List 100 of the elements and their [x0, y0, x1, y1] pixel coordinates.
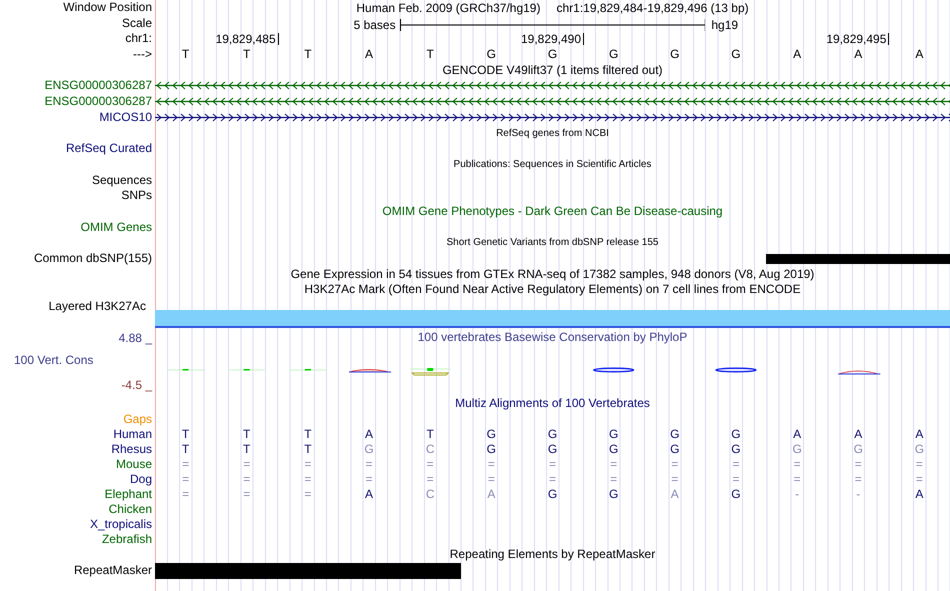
aligned-base: T	[182, 442, 190, 458]
base-letter: T	[426, 47, 434, 62]
aligned-base: T	[426, 427, 434, 442]
aligned-base: =	[610, 457, 618, 472]
ruler-label: 19,829,490	[520, 33, 584, 46]
aligned-base: =	[794, 472, 801, 488]
aligned-base: =	[916, 472, 923, 488]
aligned-base: A	[670, 487, 679, 502]
aligned-base: -	[856, 487, 860, 502]
aligned-base: =	[488, 472, 495, 488]
track-title: 100 vertebrates Basewise Conservation by PhyloP	[416, 330, 688, 346]
aligned-base: =	[243, 472, 250, 488]
species-label: Chicken	[108, 502, 152, 516]
position-text: chr1:19,829,484-19,829,496 (13 bp)	[556, 0, 749, 17]
track-label: Layered H3K27Ac	[48, 299, 146, 314]
scale-text: 5 bases	[354, 16, 397, 34]
track-title: Multiz Alignments of 100 Vertebrates	[455, 396, 650, 412]
aligned-base: G	[731, 427, 741, 442]
assembly-name: hg19	[710, 16, 740, 34]
track-label: RepeatMasker	[74, 563, 152, 578]
base-letter: G	[608, 47, 618, 62]
aligned-base: T	[304, 442, 312, 458]
track-title: OMIM Gene Phenotypes - Dark Green Can Be Disease-causing	[382, 204, 723, 220]
track-title: Gene Expression in 54 tissues from GTEx RNA-seq of 17382 samples, 948 donors (V8, Aug 2019)	[290, 266, 814, 282]
species-label: Dog	[130, 472, 152, 486]
species-label: Elephant	[104, 487, 152, 502]
base-letter: A	[365, 47, 374, 62]
base-letter: T	[243, 47, 250, 62]
track-title: H3K27Ac Mark (Often Found Near Active Regulatory Elements) on 7 cell lines from ENCODE	[304, 282, 801, 298]
track-title: Publications: Sequences in Scientific Articles	[454, 158, 652, 172]
aligned-base: =	[916, 457, 923, 472]
aligned-base: A	[854, 427, 862, 442]
aligned-base: G	[548, 427, 558, 442]
aligned-base: A	[915, 427, 924, 442]
aligned-base: C	[426, 487, 435, 502]
aligned-base: G	[608, 427, 618, 442]
aligned-base: =	[182, 487, 190, 502]
track-label: Gaps	[123, 412, 152, 426]
species-label: Zebrafish	[102, 532, 152, 546]
aligned-base: G	[608, 442, 618, 458]
aligned-base: =	[854, 457, 862, 472]
aligned-base: =	[610, 472, 618, 488]
base-letter: G	[486, 47, 496, 62]
row-label: Scale	[122, 16, 152, 30]
aligned-base: =	[243, 487, 250, 502]
aligned-base: =	[366, 472, 373, 488]
base-letter: T	[304, 47, 312, 62]
base-letter: A	[915, 47, 924, 62]
aligned-base: =	[182, 457, 190, 472]
aligned-base: G	[548, 442, 558, 458]
aligned-base: G	[670, 427, 680, 442]
aligned-base: =	[426, 472, 434, 488]
track-label: OMIM Genes	[80, 220, 152, 234]
gene-label: ENSG00000306287	[44, 78, 152, 92]
ruler-label: 19,829,485	[216, 33, 279, 46]
assembly-title: Human Feb. 2009 (GRCh37/hg19)	[356, 0, 540, 17]
aligned-base: G	[670, 442, 680, 458]
aligned-base: A	[915, 487, 924, 502]
aligned-base: G	[486, 427, 496, 442]
base-letter: G	[548, 47, 558, 62]
row-label: --->	[133, 47, 152, 62]
track-label: Sequences	[92, 172, 152, 187]
aligned-base: G	[914, 442, 924, 458]
aligned-base: =	[488, 457, 495, 472]
aligned-base: =	[732, 457, 740, 472]
aligned-base: =	[243, 457, 250, 472]
axis-max-label: 4.88 _	[118, 330, 152, 346]
aligned-base: G	[486, 442, 496, 458]
aligned-base: =	[548, 457, 556, 472]
track-title: Repeating Elements by RepeatMasker	[450, 547, 656, 564]
aligned-base: -	[795, 487, 800, 502]
aligned-base: =	[548, 472, 556, 488]
aligned-base: G	[731, 442, 741, 458]
track-title: GENCODE V49lift37 (1 items filtered out)	[442, 62, 663, 78]
base-letter: G	[670, 47, 680, 62]
aligned-base: G	[854, 442, 863, 458]
aligned-base: G	[608, 487, 618, 502]
track-title: Short Genetic Variants from dbSNP release 155	[446, 236, 658, 250]
gene-label: ENSG00000306287	[44, 94, 152, 108]
base-letter: G	[731, 47, 741, 62]
aligned-base: T	[182, 427, 190, 442]
track-label: Common dbSNP(155)	[34, 251, 152, 265]
track-label: 100 Vert. Cons	[13, 352, 94, 368]
aligned-base: =	[854, 472, 862, 488]
ruler-label: 19,829,495	[826, 33, 890, 46]
base-letter: T	[182, 47, 190, 62]
axis-min-label: -4.5 _	[121, 377, 152, 394]
aligned-base: =	[426, 457, 434, 472]
aligned-base: =	[304, 457, 312, 472]
aligned-base: G	[731, 487, 741, 502]
base-letter: A	[854, 47, 862, 62]
aligned-base: T	[304, 427, 312, 442]
aligned-base: =	[304, 472, 312, 488]
aligned-base: T	[243, 442, 250, 458]
aligned-base: A	[365, 427, 374, 442]
track-label: RefSeq Curated	[66, 141, 152, 156]
aligned-base: =	[304, 487, 312, 502]
aligned-base: C	[426, 442, 435, 458]
aligned-base: =	[732, 472, 740, 488]
aligned-base: =	[366, 457, 373, 472]
